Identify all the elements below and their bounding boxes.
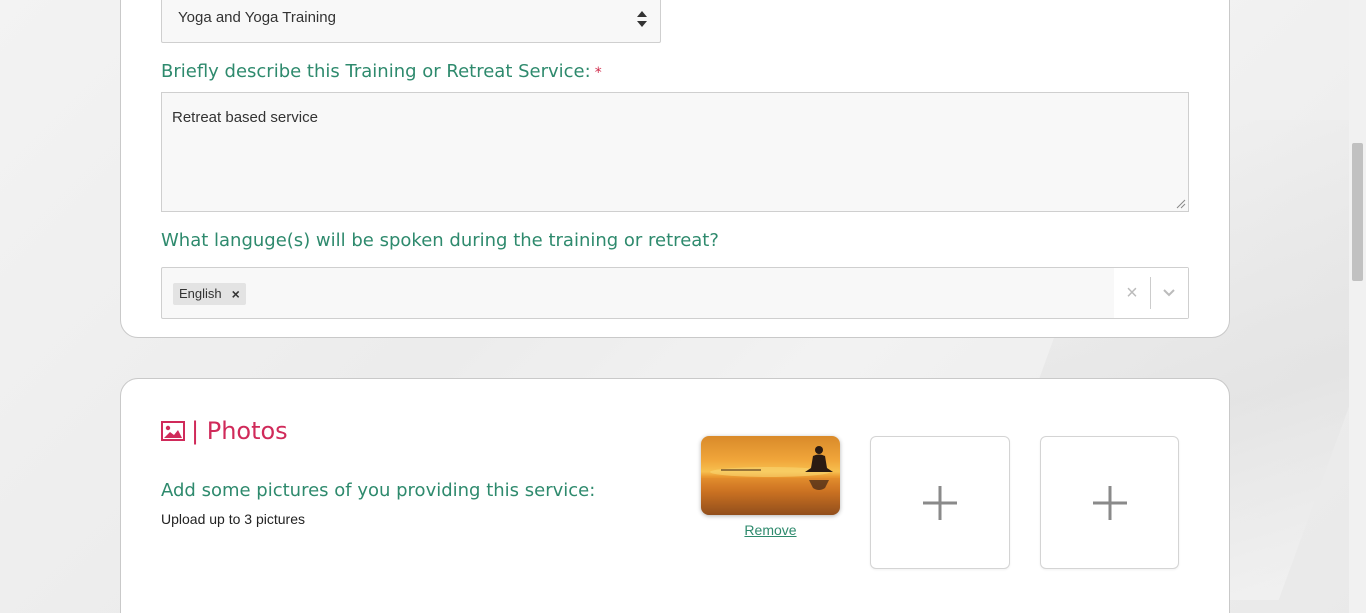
description-value: Retreat based service: [172, 109, 318, 126]
plus-icon: [1092, 485, 1127, 520]
languages-multiselect[interactable]: English × ×: [161, 267, 1189, 319]
photos-heading: | Photos: [161, 417, 288, 445]
chevron-down-icon[interactable]: [1151, 288, 1187, 298]
description-label: Briefly describe this Training or Retrea…: [161, 61, 602, 82]
add-photo-slot-2[interactable]: [870, 436, 1010, 569]
service-type-value: Yoga and Yoga Training: [178, 9, 336, 26]
required-mark: *: [594, 65, 602, 81]
service-type-select[interactable]: Yoga and Yoga Training: [161, 0, 661, 43]
language-chip-label: English: [179, 286, 222, 301]
description-label-text: Briefly describe this Training or Retrea…: [161, 61, 591, 82]
image-icon: [161, 421, 185, 441]
languages-label: What languge(s) will be spoken during th…: [161, 230, 719, 251]
add-photo-slot-3[interactable]: [1040, 436, 1179, 569]
photos-card: | Photos Add some pictures of you provid…: [120, 378, 1230, 613]
meditation-silhouette-image: [701, 446, 840, 515]
language-chip: English ×: [173, 283, 246, 305]
page-scrollbar[interactable]: [1349, 0, 1366, 613]
multiselect-controls: ×: [1114, 268, 1188, 318]
service-details-card: Yoga and Yoga Training Briefly describe …: [120, 0, 1230, 338]
photos-title: | Photos: [191, 417, 288, 445]
photo-slot-1: Remove: [701, 436, 840, 538]
photos-hint: Upload up to 3 pictures: [161, 511, 305, 527]
photos-subtitle: Add some pictures of you providing this …: [161, 480, 596, 501]
chip-remove-icon[interactable]: ×: [232, 283, 240, 305]
description-textarea[interactable]: Retreat based service: [161, 92, 1189, 212]
uploaded-photo[interactable]: [701, 436, 840, 515]
resize-grip-icon[interactable]: [1176, 199, 1186, 209]
sort-arrows-icon: [637, 11, 647, 27]
scrollbar-thumb[interactable]: [1352, 143, 1363, 281]
plus-icon: [923, 485, 957, 520]
clear-icon[interactable]: ×: [1114, 282, 1150, 305]
remove-photo-link[interactable]: Remove: [701, 522, 840, 538]
